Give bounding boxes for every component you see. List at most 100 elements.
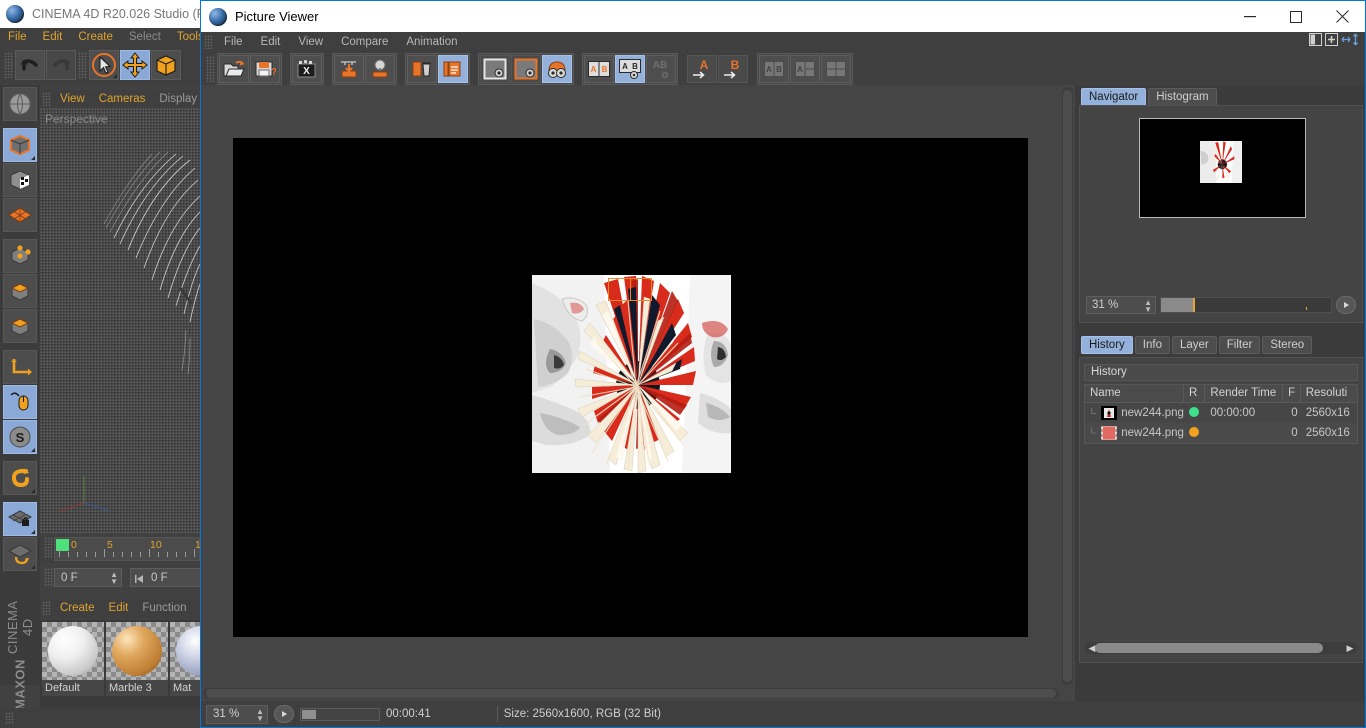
- statusbar-grip[interactable]: [5, 712, 14, 725]
- canvas-vertical-scrollbar[interactable]: [1062, 87, 1073, 685]
- send-sphere-down-button[interactable]: [365, 54, 395, 83]
- render-settings-button[interactable]: X: [292, 54, 322, 83]
- show-alpha-button[interactable]: [480, 54, 510, 83]
- polygon-grid-icon[interactable]: [3, 198, 37, 232]
- picture-viewer-titlebar[interactable]: Picture Viewer: [201, 1, 1365, 32]
- scale-tool-button[interactable]: [151, 50, 181, 80]
- material-thumbnail[interactable]: [106, 622, 168, 680]
- material-menu-function[interactable]: Function: [135, 602, 193, 614]
- column-header-resolution[interactable]: Resoluti: [1301, 385, 1357, 403]
- tab-stereo[interactable]: Stereo: [1262, 336, 1313, 354]
- material-thumbnail[interactable]: [42, 622, 104, 680]
- set-b-button[interactable]: B: [718, 54, 748, 83]
- history-table[interactable]: Name R Render Time F Resoluti new244.png: [1084, 384, 1358, 444]
- navigator-zoom-slider[interactable]: [1160, 297, 1332, 313]
- navigator-thumbnail[interactable]: [1139, 118, 1306, 218]
- material-item[interactable]: Default: [42, 622, 104, 706]
- cinema4d-timeline[interactable]: 0 5 10 15: [40, 535, 207, 563]
- history-hscroll-thumb[interactable]: [1095, 643, 1323, 653]
- cinema4d-viewport[interactable]: Perspective: [40, 108, 200, 533]
- faces-mode-icon[interactable]: [3, 309, 37, 343]
- pv-menubar-grip[interactable]: [204, 35, 213, 49]
- maximize-button[interactable]: [1273, 1, 1319, 32]
- pv-menu-file[interactable]: File: [215, 36, 252, 48]
- delete-image-button[interactable]: [407, 54, 437, 83]
- viewport-grip[interactable]: [42, 91, 51, 106]
- current-frame-field[interactable]: 0 F ▲ ▼: [54, 568, 122, 587]
- tab-history[interactable]: History: [1081, 336, 1133, 354]
- navigator-zoom-field[interactable]: 31 % ▲ ▼: [1086, 296, 1156, 314]
- viewport-menu-cameras[interactable]: Cameras: [92, 93, 153, 105]
- c4d-menu-create[interactable]: Create: [70, 31, 121, 43]
- field-grip[interactable]: [44, 568, 53, 587]
- texture-mode-icon[interactable]: [3, 163, 37, 197]
- column-header-name[interactable]: Name: [1085, 384, 1184, 403]
- play-button[interactable]: [274, 705, 294, 723]
- show-rgb-button[interactable]: [511, 54, 541, 83]
- tab-layer[interactable]: Layer: [1171, 336, 1217, 354]
- compare-ab-off-button[interactable]: AB: [646, 54, 676, 83]
- navigator-zoom-spinner[interactable]: ▲ ▼: [1144, 299, 1152, 314]
- table-row[interactable]: new244.png 00:00:00 0 2560x16: [1085, 403, 1357, 423]
- select-tool-button[interactable]: [89, 50, 119, 80]
- split-layout-icon[interactable]: [1309, 33, 1322, 51]
- send-to-bottom-button[interactable]: [334, 54, 364, 83]
- make-editable-icon[interactable]: [3, 87, 37, 121]
- close-button[interactable]: [1319, 1, 1365, 32]
- pv-menu-view[interactable]: View: [289, 36, 332, 48]
- timeline-ruler[interactable]: 0 5 10 15: [54, 537, 207, 561]
- edges-mode-icon[interactable]: [3, 274, 37, 308]
- tab-info[interactable]: Info: [1134, 336, 1170, 354]
- tab-filter[interactable]: Filter: [1218, 336, 1261, 354]
- ab-grid-button[interactable]: [821, 54, 851, 83]
- magnet-icon[interactable]: [3, 461, 37, 495]
- points-mode-icon[interactable]: [3, 239, 37, 273]
- history-horizontal-scrollbar[interactable]: ◀ ▶: [1085, 642, 1357, 654]
- image-canvas[interactable]: [233, 138, 1028, 637]
- frame-spinner-icon[interactable]: ▲ ▼: [110, 571, 118, 586]
- ab-stacked-button[interactable]: A: [790, 54, 820, 83]
- c4d-menu-select[interactable]: Select: [121, 31, 169, 43]
- redo-button[interactable]: [46, 50, 76, 80]
- navigator-fit-button[interactable]: [1336, 296, 1356, 314]
- add-pane-icon[interactable]: [1325, 33, 1338, 51]
- scroll-right-icon[interactable]: ▶: [1344, 643, 1356, 653]
- compare-ab-button[interactable]: AB: [584, 54, 614, 83]
- enable-snap-icon[interactable]: [3, 385, 37, 419]
- rendered-image[interactable]: [532, 275, 731, 473]
- matmenu-grip[interactable]: [42, 601, 51, 615]
- ab-side-by-side-button[interactable]: AB: [759, 54, 789, 83]
- navigator-slider-handle[interactable]: [1193, 298, 1195, 312]
- end-frame-field[interactable]: 0 F: [130, 568, 206, 587]
- pv-menu-compare[interactable]: Compare: [332, 36, 397, 48]
- column-header-r[interactable]: R: [1184, 384, 1206, 403]
- pv-menu-animation[interactable]: Animation: [397, 36, 466, 48]
- c4d-menu-file[interactable]: File: [0, 31, 35, 43]
- axis-modification-icon[interactable]: [3, 350, 37, 384]
- workplane-icon[interactable]: S: [3, 420, 37, 454]
- set-a-button[interactable]: A: [687, 54, 717, 83]
- canvas-vscroll-thumb[interactable]: [1063, 90, 1072, 682]
- material-thumbnail[interactable]: [170, 622, 200, 680]
- save-image-button[interactable]: ?: [250, 54, 280, 83]
- pv-toolbar-grip[interactable]: [206, 55, 215, 82]
- canvas-horizontal-scrollbar[interactable]: [203, 688, 1059, 699]
- lock-workplane-icon[interactable]: [3, 502, 37, 536]
- material-item[interactable]: Mat: [170, 622, 200, 706]
- image-canvas-area[interactable]: [201, 85, 1075, 701]
- table-row[interactable]: new244.png 0 2560x16: [1085, 423, 1357, 443]
- selection-marquee[interactable]: [608, 278, 652, 301]
- tab-navigator[interactable]: Navigator: [1081, 88, 1147, 106]
- pv-menu-edit[interactable]: Edit: [252, 36, 290, 48]
- move-tool-button[interactable]: [120, 50, 150, 80]
- c4d-menu-edit[interactable]: Edit: [35, 31, 71, 43]
- material-item[interactable]: Marble 3: [106, 622, 168, 706]
- workplane-rotate-icon[interactable]: [3, 537, 37, 571]
- material-menu-edit[interactable]: Edit: [102, 602, 136, 614]
- timeline-grip[interactable]: [44, 537, 53, 559]
- toolbar-grip[interactable]: [4, 52, 13, 78]
- material-menu-create[interactable]: Create: [53, 602, 102, 614]
- minimize-button[interactable]: [1227, 1, 1273, 32]
- object-mode-icon[interactable]: [3, 128, 37, 162]
- status-zoom-spinner[interactable]: ▲ ▼: [256, 707, 264, 722]
